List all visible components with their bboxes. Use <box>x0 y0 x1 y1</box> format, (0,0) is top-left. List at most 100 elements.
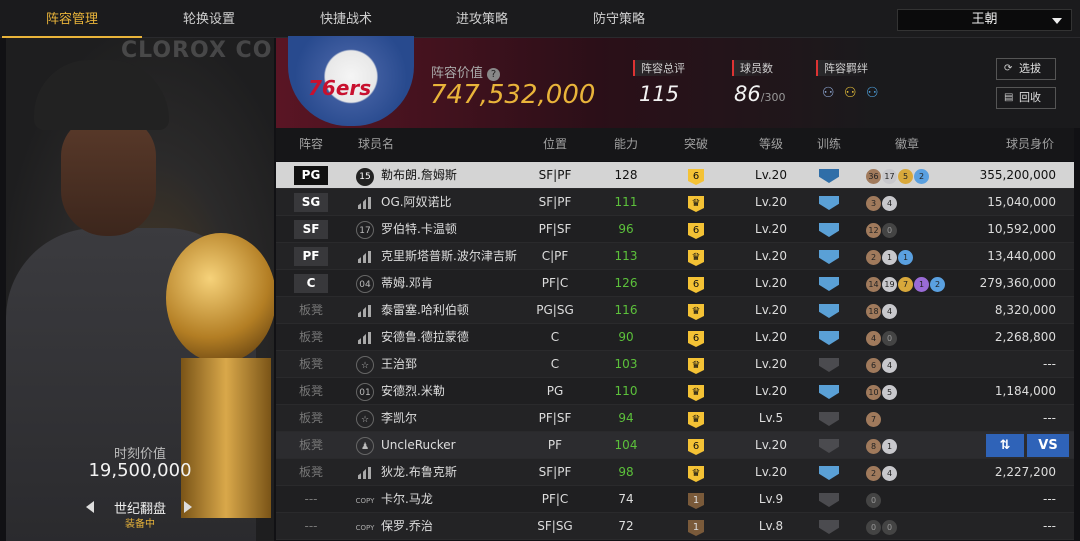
training-cell[interactable] <box>796 513 862 540</box>
vs-button[interactable]: VS <box>1027 434 1069 457</box>
player-name[interactable]: 卡尔.马龙 <box>381 486 521 513</box>
player-price: --- <box>1043 519 1056 533</box>
select-button[interactable]: ⟳ 选拔 <box>996 58 1056 80</box>
player-name[interactable]: 李凯尔 <box>381 405 521 432</box>
badge-icon: 14 <box>866 277 881 292</box>
player-name[interactable]: OG.阿奴诺比 <box>381 189 521 216</box>
table-row[interactable]: 板凳 01 安德烈.米勒 PG 110 ♛ Lv.20 10 5 1,184,000 <box>276 378 1074 405</box>
player-name[interactable]: 克里斯塔普斯.波尔津吉斯 <box>381 243 521 270</box>
overall-value: 115 <box>639 82 680 106</box>
player-card[interactable]: CLOROX CO 时刻价值 19,500,000 世纪翻盘 装备中 <box>6 38 274 541</box>
table-row[interactable]: SF 17 罗伯特.卡温顿 PF|SF 96 6 Lv.20 12 0 10,592,000 <box>276 216 1074 243</box>
badges-cell[interactable]: 36 17 5 2 <box>862 162 962 189</box>
breakthrough-cell: 6 <box>661 216 731 243</box>
player-position: PF|C <box>541 492 569 506</box>
slot-cell: PG <box>276 162 346 189</box>
training-cell[interactable] <box>796 162 862 189</box>
player-icon-cell <box>354 459 376 486</box>
table-row[interactable]: 板凳 泰雷塞.哈利伯顿 PG|SG 116 ♛ Lv.20 18 4 8,320,000 <box>276 297 1074 324</box>
training-cell[interactable] <box>796 486 862 513</box>
table-row[interactable]: 板凳 安德鲁.德拉蒙德 C 90 6 Lv.20 4 0 2,268,800 <box>276 324 1074 351</box>
player-name[interactable]: 王治郅 <box>381 351 521 378</box>
player-icon-cell <box>354 297 376 324</box>
training-cell[interactable] <box>796 459 862 486</box>
badges-cell[interactable]: 40 <box>862 324 962 351</box>
breakthrough-icon: 6 <box>688 331 704 347</box>
badges-cell[interactable]: 18 4 <box>862 297 962 324</box>
player-position: SF|PF <box>538 195 572 209</box>
col-slot: 阵容 <box>298 137 323 151</box>
tab-rotation[interactable]: 轮换设置 <box>139 0 279 38</box>
table-row[interactable]: --- COPY 卡尔.马龙 PF|C 74 1 Lv.9 0 --- <box>276 486 1074 513</box>
badges-cell[interactable]: 14 19 7 1 2 <box>862 270 962 297</box>
training-cell[interactable] <box>796 378 862 405</box>
training-cell[interactable] <box>796 216 862 243</box>
chemistry-icon-1[interactable]: ⚇ <box>822 86 840 100</box>
training-shield-icon <box>819 358 839 372</box>
slot-badge: PF <box>294 247 328 266</box>
player-name[interactable]: 狄龙.布鲁克斯 <box>381 459 521 486</box>
player-overall: 74 <box>618 492 634 506</box>
table-row[interactable]: SG OG.阿奴诺比 SF|PF 111 ♛ Lv.20 3 4 15,040,000 <box>276 189 1074 216</box>
next-arrow-icon[interactable] <box>184 501 192 513</box>
tab-defense[interactable]: 防守策略 <box>549 0 689 38</box>
player-icon-cell <box>354 189 376 216</box>
swap-button[interactable]: ⇅ <box>986 434 1024 457</box>
badges-cell[interactable]: 10 5 <box>862 378 962 405</box>
player-name[interactable]: 蒂姆.邓肯 <box>381 270 521 297</box>
overall-label: 阵容总评 <box>633 60 685 76</box>
player-name[interactable]: 安德鲁.德拉蒙德 <box>381 324 521 351</box>
badge-icon: 0 <box>866 493 881 508</box>
badges-cell[interactable]: 81 <box>862 432 962 459</box>
player-name[interactable]: 勒布朗.詹姆斯 <box>381 162 521 189</box>
badges-cell[interactable]: 12 0 <box>862 216 962 243</box>
player-face <box>61 116 156 236</box>
roster-table: 阵容 球员名 位置 能力 突破 等级 训练 徽章 球员身价 PG 15 勒布朗.詹姆… <box>276 128 1074 541</box>
tab-lineup[interactable]: 阵容管理 <box>2 0 142 38</box>
badges-cell[interactable]: 7 <box>862 405 962 432</box>
chemistry-icon-3[interactable]: ⚇ <box>866 86 884 100</box>
badges-cell[interactable]: 64 <box>862 351 962 378</box>
table-row[interactable]: C 04 蒂姆.邓肯 PF|C 126 6 Lv.20 14 19 7 1 2 279,360,000 <box>276 270 1074 297</box>
table-row[interactable]: PF 克里斯塔普斯.波尔津吉斯 C|PF 113 ♛ Lv.20 2 1 1 13,440,000 <box>276 243 1074 270</box>
training-cell[interactable] <box>796 297 862 324</box>
player-name[interactable]: 保罗.乔治 <box>381 513 521 540</box>
player-overall: 128 <box>614 168 638 182</box>
tab-offense[interactable]: 进攻策略 <box>412 0 552 38</box>
training-cell[interactable] <box>796 351 862 378</box>
badges-cell[interactable]: 00 <box>862 513 962 540</box>
recycle-button[interactable]: ▤ 回收 <box>996 87 1056 109</box>
player-position: PF <box>547 438 563 452</box>
training-cell[interactable] <box>796 270 862 297</box>
slot-cell: PF <box>276 243 346 270</box>
team-select[interactable]: 王朝 <box>897 9 1072 31</box>
training-shield-icon <box>819 412 839 426</box>
badge-icon: 0 <box>882 223 897 238</box>
select-button-label: 选拔 <box>1019 62 1041 75</box>
badges-cell[interactable]: 34 <box>862 189 962 216</box>
badges-cell[interactable]: 211 <box>862 243 962 270</box>
table-row[interactable]: 板凳 ♟ UncleRucker PF 104 6 Lv.20 8 1 ⇅ VS <box>276 432 1074 459</box>
table-row[interactable]: --- COPY 保罗.乔治 SF|SG 72 1 Lv.8 0 0 --- <box>276 513 1074 540</box>
table-row[interactable]: 板凳 ☆ 李凯尔 PF|SF 94 ♛ Lv.5 7 --- <box>276 405 1074 432</box>
badges-cell[interactable]: 0 <box>862 486 962 513</box>
tab-quick-tactics[interactable]: 快捷战术 <box>276 0 416 38</box>
table-row[interactable]: 板凳 ☆ 王治郅 C 103 ♛ Lv.20 6 4 --- <box>276 351 1074 378</box>
training-cell[interactable] <box>796 243 862 270</box>
training-cell[interactable] <box>796 189 862 216</box>
table-row[interactable]: PG 15 勒布朗.詹姆斯 SF|PF 128 6 Lv.20 36 17 5 2 355,200,0… <box>276 162 1074 189</box>
player-name[interactable]: 泰雷塞.哈利伯顿 <box>381 297 521 324</box>
badges-cell[interactable]: 24 <box>862 459 962 486</box>
player-name[interactable]: UncleRucker <box>381 432 521 459</box>
training-cell[interactable] <box>796 432 862 459</box>
training-cell[interactable] <box>796 324 862 351</box>
player-overall: 104 <box>614 438 638 452</box>
breakthrough-cell: ♛ <box>661 459 731 486</box>
training-cell[interactable] <box>796 405 862 432</box>
chemistry-icon-2[interactable]: ⚇ <box>844 86 862 100</box>
table-row[interactable]: 板凳 狄龙.布鲁克斯 SF|PF 98 ♛ Lv.20 2 4 2,227,200 <box>276 459 1074 486</box>
player-name[interactable]: 罗伯特.卡温顿 <box>381 216 521 243</box>
chevron-down-icon <box>1052 18 1062 24</box>
player-name[interactable]: 安德烈.米勒 <box>381 378 521 405</box>
player-position: PG|SG <box>536 303 574 317</box>
